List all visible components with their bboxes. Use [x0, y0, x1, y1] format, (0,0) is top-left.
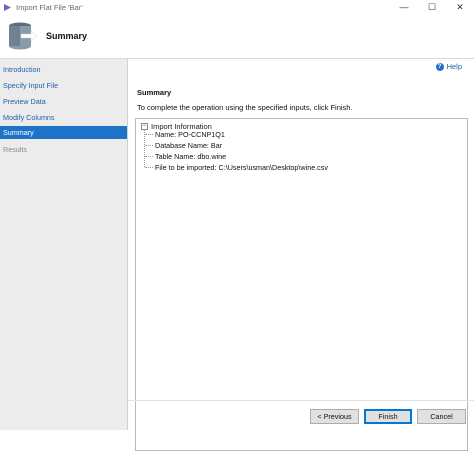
help-icon: ?: [435, 62, 444, 71]
summary-tree[interactable]: − Import Information Name: PO-CCNP1Q1 Da…: [135, 118, 468, 451]
cancel-button[interactable]: Cancel: [417, 409, 466, 424]
minimize-button[interactable]: —: [390, 0, 418, 14]
tree-connector: [145, 145, 153, 146]
tree-connector: [145, 156, 153, 157]
sidebar-item-preview-data[interactable]: Preview Data: [0, 95, 127, 108]
title-bar: Import Flat File 'Bar' — ☐ ✕: [0, 0, 474, 14]
sidebar-item-results: Results: [3, 145, 27, 154]
section-description: To complete the operation using the spec…: [137, 103, 353, 112]
tree-node-name[interactable]: Name: PO-CCNP1Q1: [155, 130, 225, 139]
footer-divider: [128, 400, 474, 401]
main-panel: ? Help Summary To complete the operation…: [128, 59, 474, 451]
sidebar-item-summary[interactable]: Summary: [0, 126, 127, 139]
sidebar-item-specify-input-file[interactable]: Specify Input File: [0, 79, 127, 92]
wizard-sidebar: Introduction Specify Input File Preview …: [0, 59, 128, 430]
tree-node-database[interactable]: Database Name: Bar: [155, 141, 222, 150]
window-title: Import Flat File 'Bar': [16, 2, 83, 12]
tree-connector: [145, 134, 153, 135]
previous-button[interactable]: < Previous: [310, 409, 359, 424]
sidebar-item-introduction[interactable]: Introduction: [0, 63, 127, 76]
tree-node-table[interactable]: Table Name: dbo.wine: [155, 152, 226, 161]
tree-node-file[interactable]: File to be imported: C:\Users\usman\Desk…: [155, 163, 328, 172]
close-button[interactable]: ✕: [446, 0, 474, 14]
finish-button[interactable]: Finish: [364, 409, 412, 424]
app-icon: [3, 3, 12, 12]
tree-connector: [145, 167, 153, 168]
database-import-icon: [9, 22, 38, 50]
section-title: Summary: [137, 88, 172, 97]
sidebar-item-modify-columns[interactable]: Modify Columns: [0, 111, 127, 124]
page-title: Summary: [46, 31, 88, 41]
wizard-header: Summary: [0, 14, 474, 59]
maximize-button[interactable]: ☐: [418, 0, 446, 14]
window-controls: — ☐ ✕: [390, 0, 474, 14]
help-link[interactable]: ? Help: [435, 62, 462, 71]
help-label: Help: [446, 62, 462, 71]
